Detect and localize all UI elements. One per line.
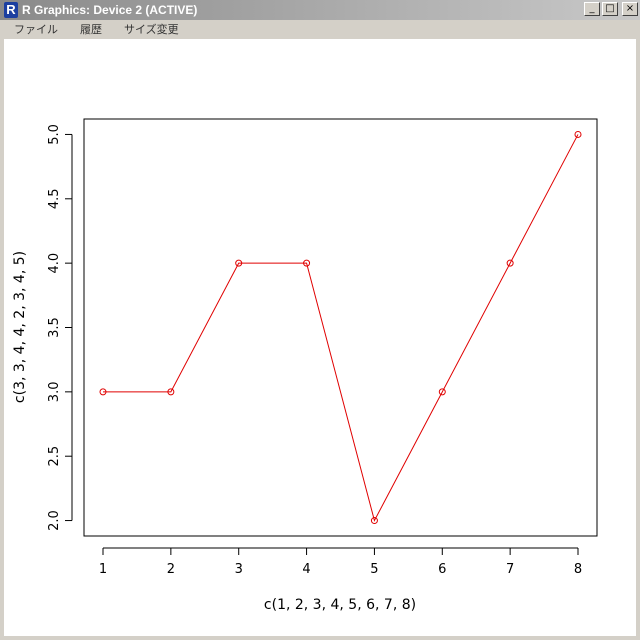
y-tick-label: 2.0 [47,510,62,531]
x-tick-label: 7 [506,562,514,577]
close-button[interactable]: × [622,2,638,16]
x-tick-label: 2 [167,562,175,577]
y-tick-label: 2.5 [47,446,62,467]
y-tick-label: 3.0 [47,382,62,403]
maximize-button[interactable]: □ [602,2,618,16]
window-title: R Graphics: Device 2 (ACTIVE) [22,3,198,17]
y-axis: 2.0 2.5 3.0 3.5 4.0 4.5 5.0 [47,124,73,531]
x-tick-label: 5 [370,562,378,577]
menu-resize[interactable]: サイズ変更 [124,21,179,37]
x-axis: 1 2 3 4 5 6 7 8 [99,547,582,577]
r-logo-icon: R [4,2,18,18]
x-tick-label: 4 [302,562,310,577]
x-tick-label: 1 [99,562,107,577]
x-tick-label: 6 [438,562,446,577]
menu-bar: ファイル 履歴 サイズ変更 [0,20,640,38]
x-tick-label: 3 [235,562,243,577]
minimize-button[interactable]: _ [584,2,600,16]
series-group [99,130,582,525]
r-graphics-window: R R Graphics: Device 2 (ACTIVE) _ □ × ファ… [0,0,640,640]
x-axis-label: c(1, 2, 3, 4, 5, 6, 7, 8) [264,597,416,613]
y-axis-label: c(3, 3, 4, 4, 2, 3, 4, 5) [12,251,28,403]
y-tick-label: 3.5 [47,317,62,338]
line-chart: 1 2 3 4 5 6 7 8 2.0 2.5 3.0 3.5 4.0 4.5 5.0 c(1, 2, 3… [12,118,598,613]
y-tick-label: 5.0 [47,124,62,145]
x-tick-label: 8 [574,562,582,577]
plot-box [83,118,598,537]
menu-history[interactable]: 履歴 [80,21,102,37]
y-tick-label: 4.5 [47,188,62,209]
plot-canvas: 1 2 3 4 5 6 7 8 2.0 2.5 3.0 3.5 4.0 4.5 5.0 c(1, 2, 3… [4,39,636,636]
series-line [103,134,579,522]
y-tick-label: 4.0 [47,253,62,274]
menu-file[interactable]: ファイル [14,21,58,37]
window-controls: _ □ × [584,2,638,16]
title-bar[interactable]: R R Graphics: Device 2 (ACTIVE) _ □ × [0,0,640,20]
